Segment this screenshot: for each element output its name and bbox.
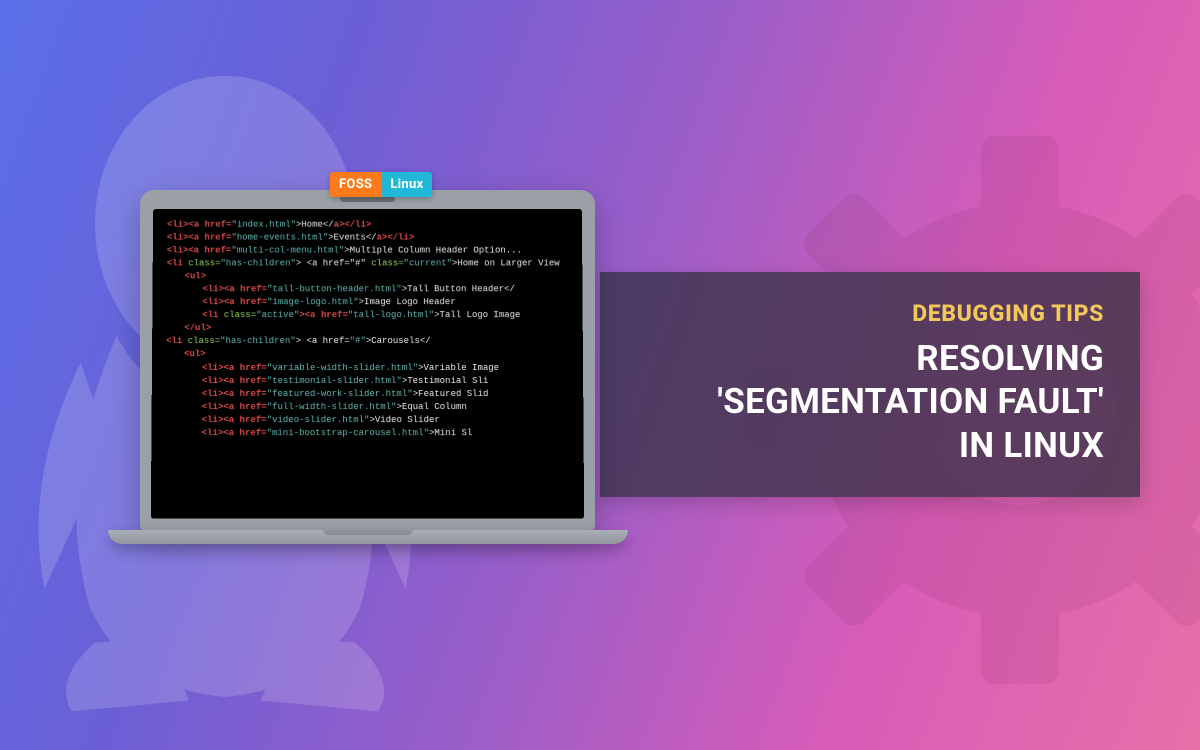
title-kicker: DEBUGGING TIPS <box>636 300 1104 327</box>
laptop-frame: <li><a href="index.html">Home</a></li> <… <box>140 190 595 530</box>
site-logo-badge: FOSS Linux <box>330 172 432 197</box>
title-line-2: 'SEGMENTATION FAULT' <box>717 381 1104 422</box>
code-editor-screen: <li><a href="index.html">Home</a></li> <… <box>151 209 584 519</box>
logo-right-text: Linux <box>381 172 432 197</box>
title-panel: DEBUGGING TIPS RESOLVING 'SEGMENTATION F… <box>600 272 1140 497</box>
title-line-1: RESOLVING <box>916 338 1104 379</box>
title-line-3: IN LINUX <box>959 425 1104 466</box>
title-main: RESOLVING 'SEGMENTATION FAULT' IN LINUX <box>636 337 1104 467</box>
laptop-base <box>108 530 628 544</box>
logo-left-text: FOSS <box>330 172 381 197</box>
laptop-illustration: <li><a href="index.html">Home</a></li> <… <box>140 190 595 544</box>
